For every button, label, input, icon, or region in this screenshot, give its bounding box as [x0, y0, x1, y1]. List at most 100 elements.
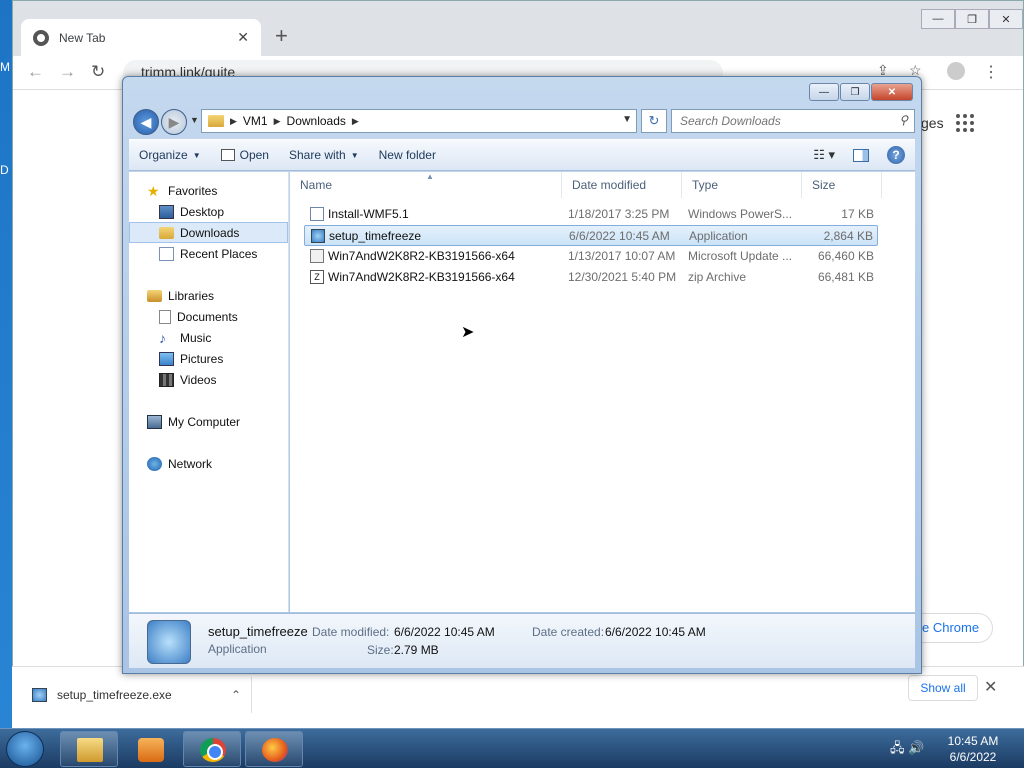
- nav-network[interactable]: Network: [129, 453, 288, 474]
- reload-icon[interactable]: ↻: [91, 62, 105, 82]
- nav-favorites[interactable]: ★ Favorites: [129, 180, 288, 201]
- nav-label: Documents: [177, 309, 238, 324]
- download-item[interactable]: setup_timefreeze.exe ⌃: [32, 677, 252, 713]
- profile-avatar-icon[interactable]: [947, 62, 965, 80]
- download-shelf: setup_timefreeze.exe ⌃ Show all ✕: [12, 666, 1024, 728]
- taskbar-explorer-button[interactable]: [60, 731, 118, 767]
- chevron-down-icon: ▼: [192, 150, 201, 160]
- explorer-window: — ❐ ✕ ◀ ▶ ▼ ▶ VM1 ▶ Downloads ▶ ▼ ↻ ⚲ Or…: [122, 76, 922, 674]
- file-row[interactable]: setup_timefreeze 6/6/2022 10:45 AM Appli…: [304, 225, 878, 246]
- details-size: 2.79 MB: [394, 643, 439, 657]
- column-header-name[interactable]: Name: [290, 172, 562, 198]
- details-file-type: Application: [208, 642, 267, 656]
- recent-places-icon: [159, 246, 174, 261]
- address-dropdown-icon[interactable]: ▼: [622, 114, 632, 125]
- downloads-folder-icon: [159, 226, 174, 239]
- open-button[interactable]: Open: [211, 148, 279, 162]
- chevron-right-icon: ▶: [230, 115, 237, 126]
- file-row[interactable]: Win7AndW2K8R2-KB3191566-x64 1/13/2017 10…: [304, 246, 878, 267]
- close-shelf-icon[interactable]: ✕: [984, 677, 997, 697]
- chrome-icon: [200, 738, 226, 762]
- nav-pictures[interactable]: Pictures: [129, 348, 288, 369]
- chevron-down-icon: ▼: [350, 150, 359, 160]
- nav-documents[interactable]: Documents: [129, 306, 288, 327]
- taskbar-chrome-button[interactable]: [183, 731, 241, 767]
- breadcrumb-vm1[interactable]: VM1: [243, 114, 268, 128]
- file-row[interactable]: Install-WMF5.1 1/18/2017 3:25 PM Windows…: [304, 204, 878, 225]
- start-button[interactable]: [6, 731, 44, 767]
- nav-videos[interactable]: Videos: [129, 369, 288, 390]
- preview-pane-icon[interactable]: [853, 148, 869, 162]
- column-header-date[interactable]: Date modified: [562, 172, 682, 198]
- nav-label: Downloads: [180, 225, 240, 240]
- file-date: 12/30/2021 5:40 PM: [568, 270, 677, 284]
- minimize-button[interactable]: —: [921, 9, 955, 29]
- breadcrumb-downloads[interactable]: Downloads: [287, 114, 346, 128]
- change-view-icon[interactable]: ☷ ▾: [813, 147, 835, 163]
- tab-close-icon[interactable]: ✕: [237, 29, 249, 46]
- folder-icon: [208, 115, 224, 127]
- taskbar-firefox-button[interactable]: [245, 731, 303, 767]
- nav-downloads[interactable]: Downloads: [129, 222, 288, 243]
- new-tab-button[interactable]: +: [275, 23, 288, 49]
- nav-label: My Computer: [168, 414, 241, 429]
- nav-libraries[interactable]: Libraries: [129, 285, 288, 306]
- share-with-button[interactable]: Share with ▼: [279, 148, 369, 162]
- file-size: 66,460 KB: [817, 249, 874, 263]
- nav-recent-places[interactable]: Recent Places: [129, 243, 288, 264]
- desktop-icon-label-fragment: D: [0, 163, 9, 177]
- forward-arrow-icon[interactable]: →: [59, 62, 76, 82]
- address-bar[interactable]: ▶ VM1 ▶ Downloads ▶ ▼: [201, 109, 637, 133]
- file-list: ▲ Name Date modified Type Size Install-W…: [290, 172, 915, 612]
- new-folder-label: New folder: [378, 148, 436, 162]
- column-header-type[interactable]: Type: [682, 172, 802, 198]
- dialog-close-button[interactable]: ✕: [871, 83, 913, 101]
- nav-label: Recent Places: [180, 246, 258, 261]
- nav-label: Music: [180, 330, 212, 345]
- tray-network-volume-icon[interactable]: 🖧 🔊: [890, 739, 924, 761]
- videos-icon: [159, 372, 174, 387]
- nav-desktop[interactable]: Desktop: [129, 201, 288, 222]
- application-large-icon: [147, 620, 191, 664]
- back-arrow-icon[interactable]: ←: [27, 62, 44, 82]
- column-header-size[interactable]: Size: [802, 172, 882, 198]
- tab-new-tab[interactable]: New Tab ✕: [21, 19, 261, 56]
- details-date-modified: 6/6/2022 10:45 AM: [394, 625, 495, 639]
- apps-grid-icon[interactable]: [956, 114, 974, 132]
- organize-button[interactable]: Organize ▼: [129, 148, 211, 162]
- command-bar: Organize ▼ Open Share with ▼ New folder ☷ …: [129, 139, 915, 171]
- column-label: Type: [692, 178, 719, 192]
- forward-button[interactable]: ▶: [161, 109, 187, 135]
- file-size: 17 KB: [841, 207, 874, 221]
- nav-label: Desktop: [180, 204, 225, 219]
- dialog-minimize-button[interactable]: —: [809, 83, 839, 101]
- search-box[interactable]: ⚲: [671, 109, 915, 133]
- help-icon[interactable]: ?: [887, 146, 905, 164]
- new-folder-button[interactable]: New folder: [369, 148, 446, 162]
- file-row[interactable]: Z Win7AndW2K8R2-KB3191566-x64 12/30/2021…: [304, 267, 878, 288]
- nav-my-computer[interactable]: My Computer: [129, 411, 288, 432]
- nav-music[interactable]: ♪ Music: [129, 327, 288, 348]
- chevron-right-icon: ▶: [273, 115, 281, 126]
- chevron-up-icon[interactable]: ⌃: [231, 688, 241, 702]
- exe-file-icon: [32, 688, 47, 702]
- file-date: 1/18/2017 3:25 PM: [568, 207, 670, 221]
- file-type: zip Archive: [688, 270, 747, 284]
- file-name: Install-WMF5.1: [328, 207, 409, 221]
- close-button[interactable]: ✕: [989, 9, 1023, 29]
- maximize-button[interactable]: ❐: [955, 9, 989, 29]
- details-file-name: setup_timefreeze: [208, 624, 308, 639]
- search-icon: ⚲: [899, 113, 908, 127]
- taskbar-media-player-button[interactable]: [121, 731, 179, 767]
- chrome-menu-icon[interactable]: ⋮: [983, 62, 999, 82]
- system-clock[interactable]: 10:45 AM 6/6/2022: [940, 733, 1006, 765]
- back-button[interactable]: ◀: [133, 109, 159, 135]
- file-date: 1/13/2017 10:07 AM: [568, 249, 676, 263]
- search-input[interactable]: [680, 114, 880, 128]
- chevron-right-icon[interactable]: ▶: [352, 116, 359, 127]
- history-dropdown-icon[interactable]: ▼: [190, 115, 199, 125]
- show-all-button[interactable]: Show all: [908, 675, 978, 701]
- refresh-button[interactable]: ↻: [641, 109, 667, 133]
- dialog-maximize-button[interactable]: ❐: [840, 83, 870, 101]
- nav-label: Pictures: [180, 351, 224, 366]
